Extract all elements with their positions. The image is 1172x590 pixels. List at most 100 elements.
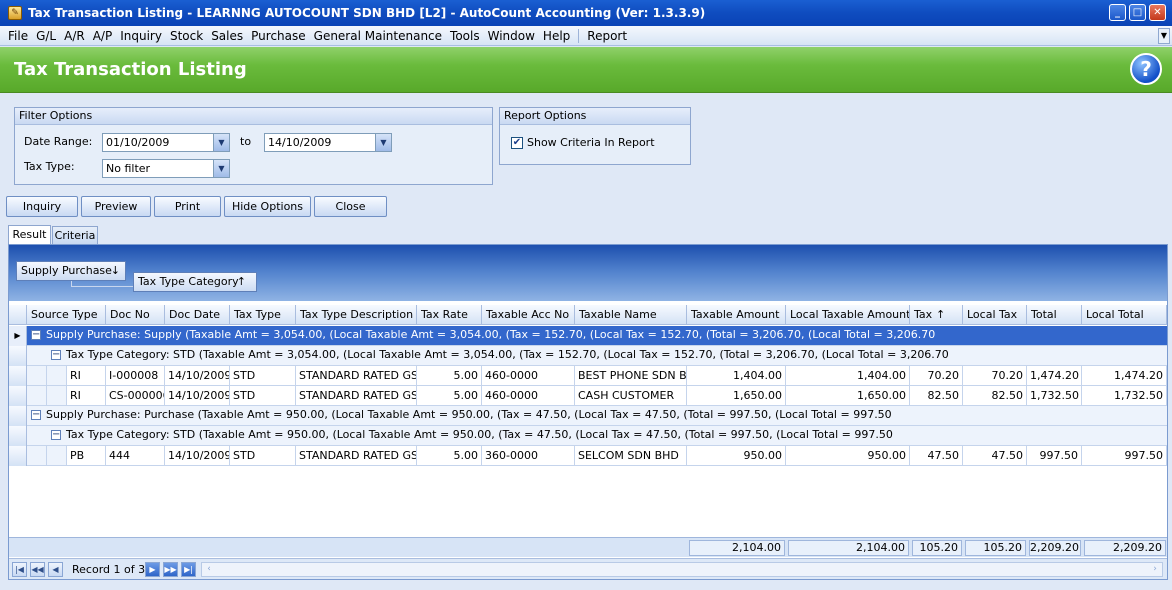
indent-cell xyxy=(47,446,67,466)
cell-local-tax: 47.50 xyxy=(963,446,1027,466)
group-by-supply-purchase[interactable]: Supply Purchase ↓ xyxy=(16,261,126,281)
cell-source-type: PB xyxy=(67,446,106,466)
menu-gl[interactable]: G/L xyxy=(32,29,60,43)
subgroup-row-supply-std[interactable]: − Tax Type Category: STD (Taxable Amt = … xyxy=(9,346,1167,366)
scroll-right-icon[interactable]: › xyxy=(1148,563,1162,576)
report-options-title: Report Options xyxy=(500,108,690,125)
col-doc-no[interactable]: Doc No xyxy=(106,305,165,325)
collapse-icon[interactable]: − xyxy=(51,430,61,440)
menu-ap[interactable]: A/P xyxy=(89,29,117,43)
collapse-icon[interactable]: − xyxy=(31,330,41,340)
show-criteria-checkbox[interactable]: ✔ xyxy=(511,137,523,149)
minimize-button[interactable]: _ xyxy=(1109,4,1126,21)
col-local-taxable-amount[interactable]: Local Taxable Amount xyxy=(786,305,910,325)
menu-general-maintenance[interactable]: General Maintenance xyxy=(310,29,446,43)
collapse-icon[interactable]: − xyxy=(31,410,41,420)
menu-overflow-chevron-icon[interactable]: ▼ xyxy=(1158,28,1170,44)
show-criteria-label[interactable]: Show Criteria In Report xyxy=(527,136,655,149)
cell-doc-date: 14/10/2009 xyxy=(165,386,230,406)
page-title: Tax Transaction Listing xyxy=(14,59,247,80)
menu-purchase[interactable]: Purchase xyxy=(247,29,310,43)
cell-source-type: RI xyxy=(67,386,106,406)
prev-page-icon[interactable]: ◀◀ xyxy=(30,562,45,577)
next-page-icon[interactable]: ▶▶ xyxy=(163,562,178,577)
menu-file[interactable]: File xyxy=(4,29,32,43)
indent-cell xyxy=(47,386,67,406)
col-tax-type[interactable]: Tax Type xyxy=(230,305,296,325)
col-tax-type-description[interactable]: Tax Type Description xyxy=(296,305,417,325)
total-tax: 105.20 xyxy=(912,540,962,556)
chevron-down-icon[interactable]: ▼ xyxy=(375,134,391,151)
col-doc-date[interactable]: Doc Date xyxy=(165,305,230,325)
next-record-icon[interactable]: ▶ xyxy=(145,562,160,577)
row-indicator xyxy=(9,386,27,406)
date-range-label: Date Range: xyxy=(24,135,93,148)
col-taxable-amount[interactable]: Taxable Amount xyxy=(687,305,786,325)
cell-doc-no: 444 xyxy=(106,446,165,466)
maximize-button[interactable]: □ xyxy=(1129,4,1146,21)
table-row[interactable]: PB 444 14/10/2009 STD STANDARD RATED GST… xyxy=(9,446,1167,466)
tab-criteria[interactable]: Criteria xyxy=(52,226,98,245)
close-button[interactable]: Close xyxy=(314,196,387,217)
group-by-tax-type-category[interactable]: Tax Type Category ↑ xyxy=(133,272,257,292)
scroll-left-icon[interactable]: ‹ xyxy=(202,563,216,576)
indent-cell xyxy=(47,366,67,386)
cell-tax-type-description: STANDARD RATED GST xyxy=(296,386,417,406)
col-tax-rate[interactable]: Tax Rate xyxy=(417,305,482,325)
col-source-type[interactable]: Source Type xyxy=(27,305,106,325)
row-indicator xyxy=(9,366,27,386)
col-taxable-name[interactable]: Taxable Name xyxy=(575,305,687,325)
menu-sales[interactable]: Sales xyxy=(207,29,247,43)
last-record-icon[interactable]: ▶| xyxy=(181,562,196,577)
tab-result[interactable]: Result xyxy=(8,225,51,244)
subgroup-label: Tax Type Category: STD (Taxable Amt = 95… xyxy=(66,428,893,441)
col-tax[interactable]: Tax ↑ xyxy=(910,305,963,325)
total-local-total: 2,209.20 xyxy=(1084,540,1166,556)
row-indicator xyxy=(9,406,27,426)
chevron-down-icon[interactable]: ▼ xyxy=(213,134,229,151)
menu-inquiry[interactable]: Inquiry xyxy=(116,29,166,43)
filter-options-title: Filter Options xyxy=(15,108,492,125)
date-from-input[interactable]: 01/10/2009 ▼ xyxy=(102,133,230,152)
window-title: Tax Transaction Listing - LEARNNG AUTOCO… xyxy=(28,6,706,20)
chevron-down-icon[interactable]: ▼ xyxy=(213,160,229,177)
table-row[interactable]: RI CS-000006 14/10/2009 STD STANDARD RAT… xyxy=(9,386,1167,406)
preview-button[interactable]: Preview xyxy=(81,196,151,217)
menu-ar[interactable]: A/R xyxy=(60,29,89,43)
hide-options-button[interactable]: Hide Options xyxy=(224,196,311,217)
row-pointer-icon: ▶ xyxy=(9,326,27,346)
subgroup-label: Tax Type Category: STD (Taxable Amt = 3,… xyxy=(66,348,949,361)
menu-stock[interactable]: Stock xyxy=(166,29,207,43)
collapse-icon[interactable]: − xyxy=(51,350,61,360)
group-by-panel: Supply Purchase ↓ Tax Type Category ↑ xyxy=(9,245,1167,301)
menu-report[interactable]: Report xyxy=(583,29,631,43)
col-total[interactable]: Total xyxy=(1027,305,1082,325)
first-record-icon[interactable]: |◀ xyxy=(12,562,27,577)
cell-total: 1,732.50 xyxy=(1027,386,1082,406)
print-button[interactable]: Print xyxy=(154,196,221,217)
prev-record-icon[interactable]: ◀ xyxy=(48,562,63,577)
col-taxable-acc-no[interactable]: Taxable Acc No xyxy=(482,305,575,325)
horizontal-scrollbar[interactable]: ‹ › xyxy=(201,562,1163,577)
col-local-tax[interactable]: Local Tax xyxy=(963,305,1027,325)
tax-type-select[interactable]: No filter ▼ xyxy=(102,159,230,178)
indent-cell xyxy=(27,446,47,466)
subgroup-row-purchase-std[interactable]: − Tax Type Category: STD (Taxable Amt = … xyxy=(9,426,1167,446)
date-from-value: 01/10/2009 xyxy=(106,136,170,149)
menu-tools[interactable]: Tools xyxy=(446,29,484,43)
cell-tax-type: STD xyxy=(230,366,296,386)
group-row-supply[interactable]: ▶ − Supply Purchase: Supply (Taxable Amt… xyxy=(9,326,1167,346)
menu-help[interactable]: Help xyxy=(539,29,574,43)
result-grid: Supply Purchase ↓ Tax Type Category ↑ So… xyxy=(8,244,1168,580)
help-icon[interactable]: ? xyxy=(1130,53,1162,85)
inquiry-button[interactable]: Inquiry xyxy=(6,196,78,217)
date-to-input[interactable]: 14/10/2009 ▼ xyxy=(264,133,392,152)
menu-window[interactable]: Window xyxy=(484,29,539,43)
group-row-purchase[interactable]: − Supply Purchase: Purchase (Taxable Amt… xyxy=(9,406,1167,426)
cell-tax: 70.20 xyxy=(910,366,963,386)
cell-tax-rate: 5.00 xyxy=(417,366,482,386)
table-row[interactable]: RI I-000008 14/10/2009 STD STANDARD RATE… xyxy=(9,366,1167,386)
cell-total: 1,474.20 xyxy=(1027,366,1082,386)
col-local-total[interactable]: Local Total xyxy=(1082,305,1167,325)
close-window-button[interactable]: ✕ xyxy=(1149,4,1166,21)
